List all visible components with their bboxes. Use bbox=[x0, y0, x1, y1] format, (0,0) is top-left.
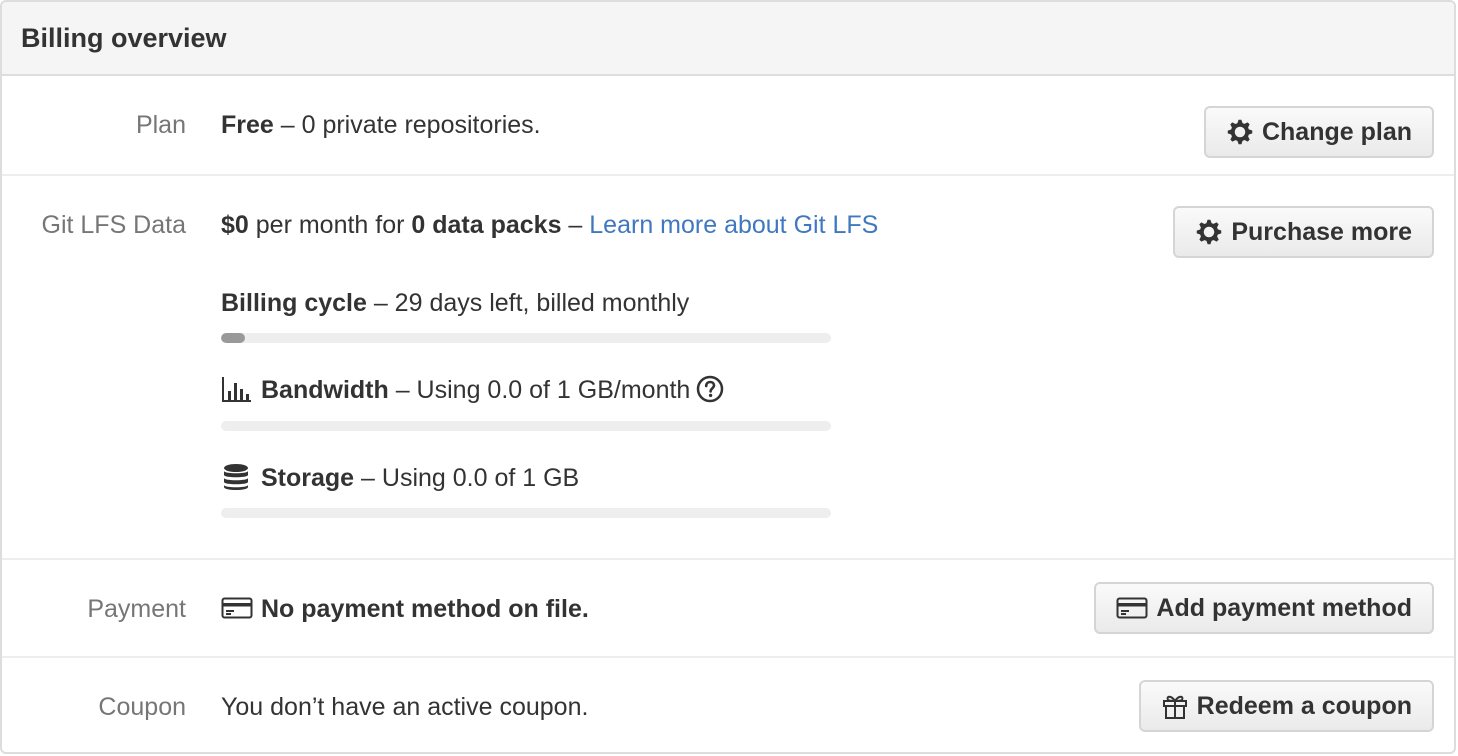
plan-label: Plan bbox=[135, 111, 186, 139]
lfs-row: Git LFS Data $0 per month for 0 data pac… bbox=[2, 176, 1454, 560]
lfs-price: $0 bbox=[221, 211, 249, 239]
plan-name: Free bbox=[221, 111, 274, 139]
bandwidth-detail: – Using 0.0 of 1 GB/month bbox=[388, 376, 691, 404]
coupon-status: You don’t have an active coupon. bbox=[221, 693, 589, 721]
bandwidth-text: Bandwidth – Using 0.0 of 1 GB/month bbox=[221, 376, 724, 405]
billing-cycle-detail: – 29 days left, billed monthly bbox=[366, 289, 690, 317]
learn-more-lfs-link[interactable]: Learn more about Git LFS bbox=[589, 211, 878, 239]
lfs-dash: – bbox=[561, 211, 590, 239]
payment-info: No payment method on file. bbox=[221, 595, 589, 624]
storage-text: Storage – Using 0.0 of 1 GB bbox=[221, 464, 579, 493]
purchase-more-button[interactable]: Purchase more bbox=[1173, 206, 1434, 258]
question-icon[interactable] bbox=[696, 375, 724, 403]
bandwidth-title: Bandwidth bbox=[261, 376, 389, 404]
storage-detail: – Using 0.0 of 1 GB bbox=[354, 464, 580, 492]
billing-cycle-title: Billing cycle bbox=[221, 289, 367, 317]
coupon-label: Coupon bbox=[98, 693, 186, 721]
database-icon bbox=[221, 463, 253, 491]
lfs-per-month: per month for bbox=[248, 211, 412, 239]
plan-info: Free – 0 private repositories. bbox=[221, 111, 541, 140]
purchase-more-label: Purchase more bbox=[1231, 217, 1412, 246]
redeem-coupon-button[interactable]: Redeem a coupon bbox=[1138, 680, 1434, 732]
storage-progress bbox=[221, 508, 831, 518]
plan-description: – 0 private repositories. bbox=[273, 111, 541, 139]
graph-icon bbox=[221, 375, 253, 403]
add-payment-method-button[interactable]: Add payment method bbox=[1094, 582, 1434, 634]
billing-cycle-text: Billing cycle – 29 days left, billed mon… bbox=[221, 289, 689, 318]
gear-icon bbox=[1195, 218, 1223, 246]
panel-header: Billing overview bbox=[2, 2, 1454, 76]
lfs-packs: 0 data packs bbox=[411, 211, 562, 239]
payment-row: Payment No payment method on file. Add p… bbox=[2, 560, 1454, 658]
lfs-label: Git LFS Data bbox=[41, 211, 187, 239]
credit-card-icon bbox=[221, 596, 253, 620]
change-plan-button[interactable]: Change plan bbox=[1203, 106, 1434, 158]
billing-cycle-progress bbox=[221, 333, 831, 343]
payment-label: Payment bbox=[87, 595, 186, 623]
credit-card-icon bbox=[1116, 596, 1148, 620]
billing-overview-panel: Billing overview Plan Free – 0 private r… bbox=[0, 0, 1456, 754]
gift-icon bbox=[1161, 692, 1189, 720]
gear-icon bbox=[1226, 118, 1254, 146]
panel-title: Billing overview bbox=[21, 22, 227, 53]
plan-row: Plan Free – 0 private repositories. Chan… bbox=[2, 76, 1454, 176]
billing-cycle-progress-fill bbox=[221, 333, 246, 343]
change-plan-label: Change plan bbox=[1261, 117, 1412, 146]
redeem-coupon-label: Redeem a coupon bbox=[1196, 691, 1412, 720]
bandwidth-progress bbox=[221, 421, 831, 431]
payment-status: No payment method on file. bbox=[261, 595, 589, 623]
add-payment-method-label: Add payment method bbox=[1156, 593, 1412, 622]
lfs-summary: $0 per month for 0 data packs – Learn mo… bbox=[221, 211, 878, 240]
coupon-row: Coupon You don’t have an active coupon. … bbox=[2, 658, 1454, 752]
storage-title: Storage bbox=[261, 464, 355, 492]
